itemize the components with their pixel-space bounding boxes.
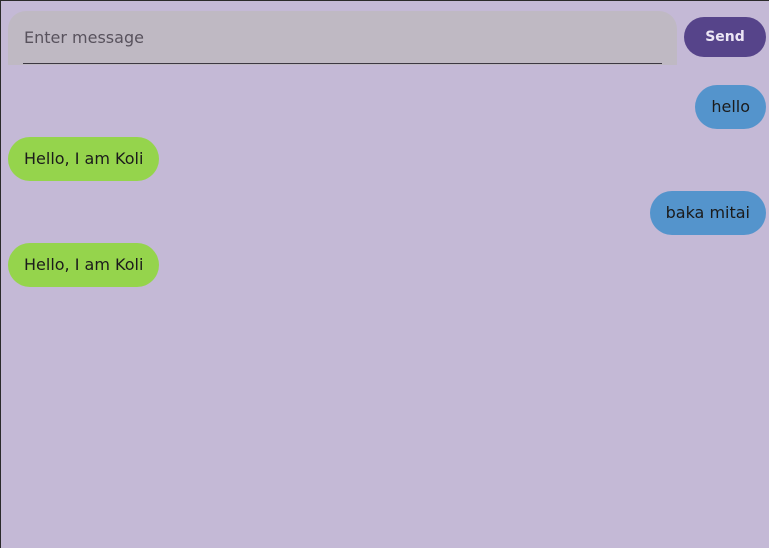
bot-message-bubble: Hello, I am Koli	[8, 137, 160, 181]
chat-app: Send hello Hello, I am Koli baka mitai H…	[1, 1, 769, 548]
input-underline	[23, 63, 662, 64]
user-message-bubble: hello	[695, 85, 766, 129]
message-input[interactable]	[8, 11, 677, 63]
message-row: hello	[8, 85, 766, 129]
send-button[interactable]: Send	[684, 17, 766, 57]
message-input-container	[8, 11, 677, 65]
message-row: Hello, I am Koli	[8, 137, 766, 181]
message-list: hello Hello, I am Koli baka mitai Hello,…	[8, 85, 766, 287]
bot-message-bubble: Hello, I am Koli	[8, 243, 160, 287]
message-row: baka mitai	[8, 191, 766, 235]
user-message-bubble: baka mitai	[649, 191, 766, 235]
message-row: Hello, I am Koli	[8, 243, 766, 287]
